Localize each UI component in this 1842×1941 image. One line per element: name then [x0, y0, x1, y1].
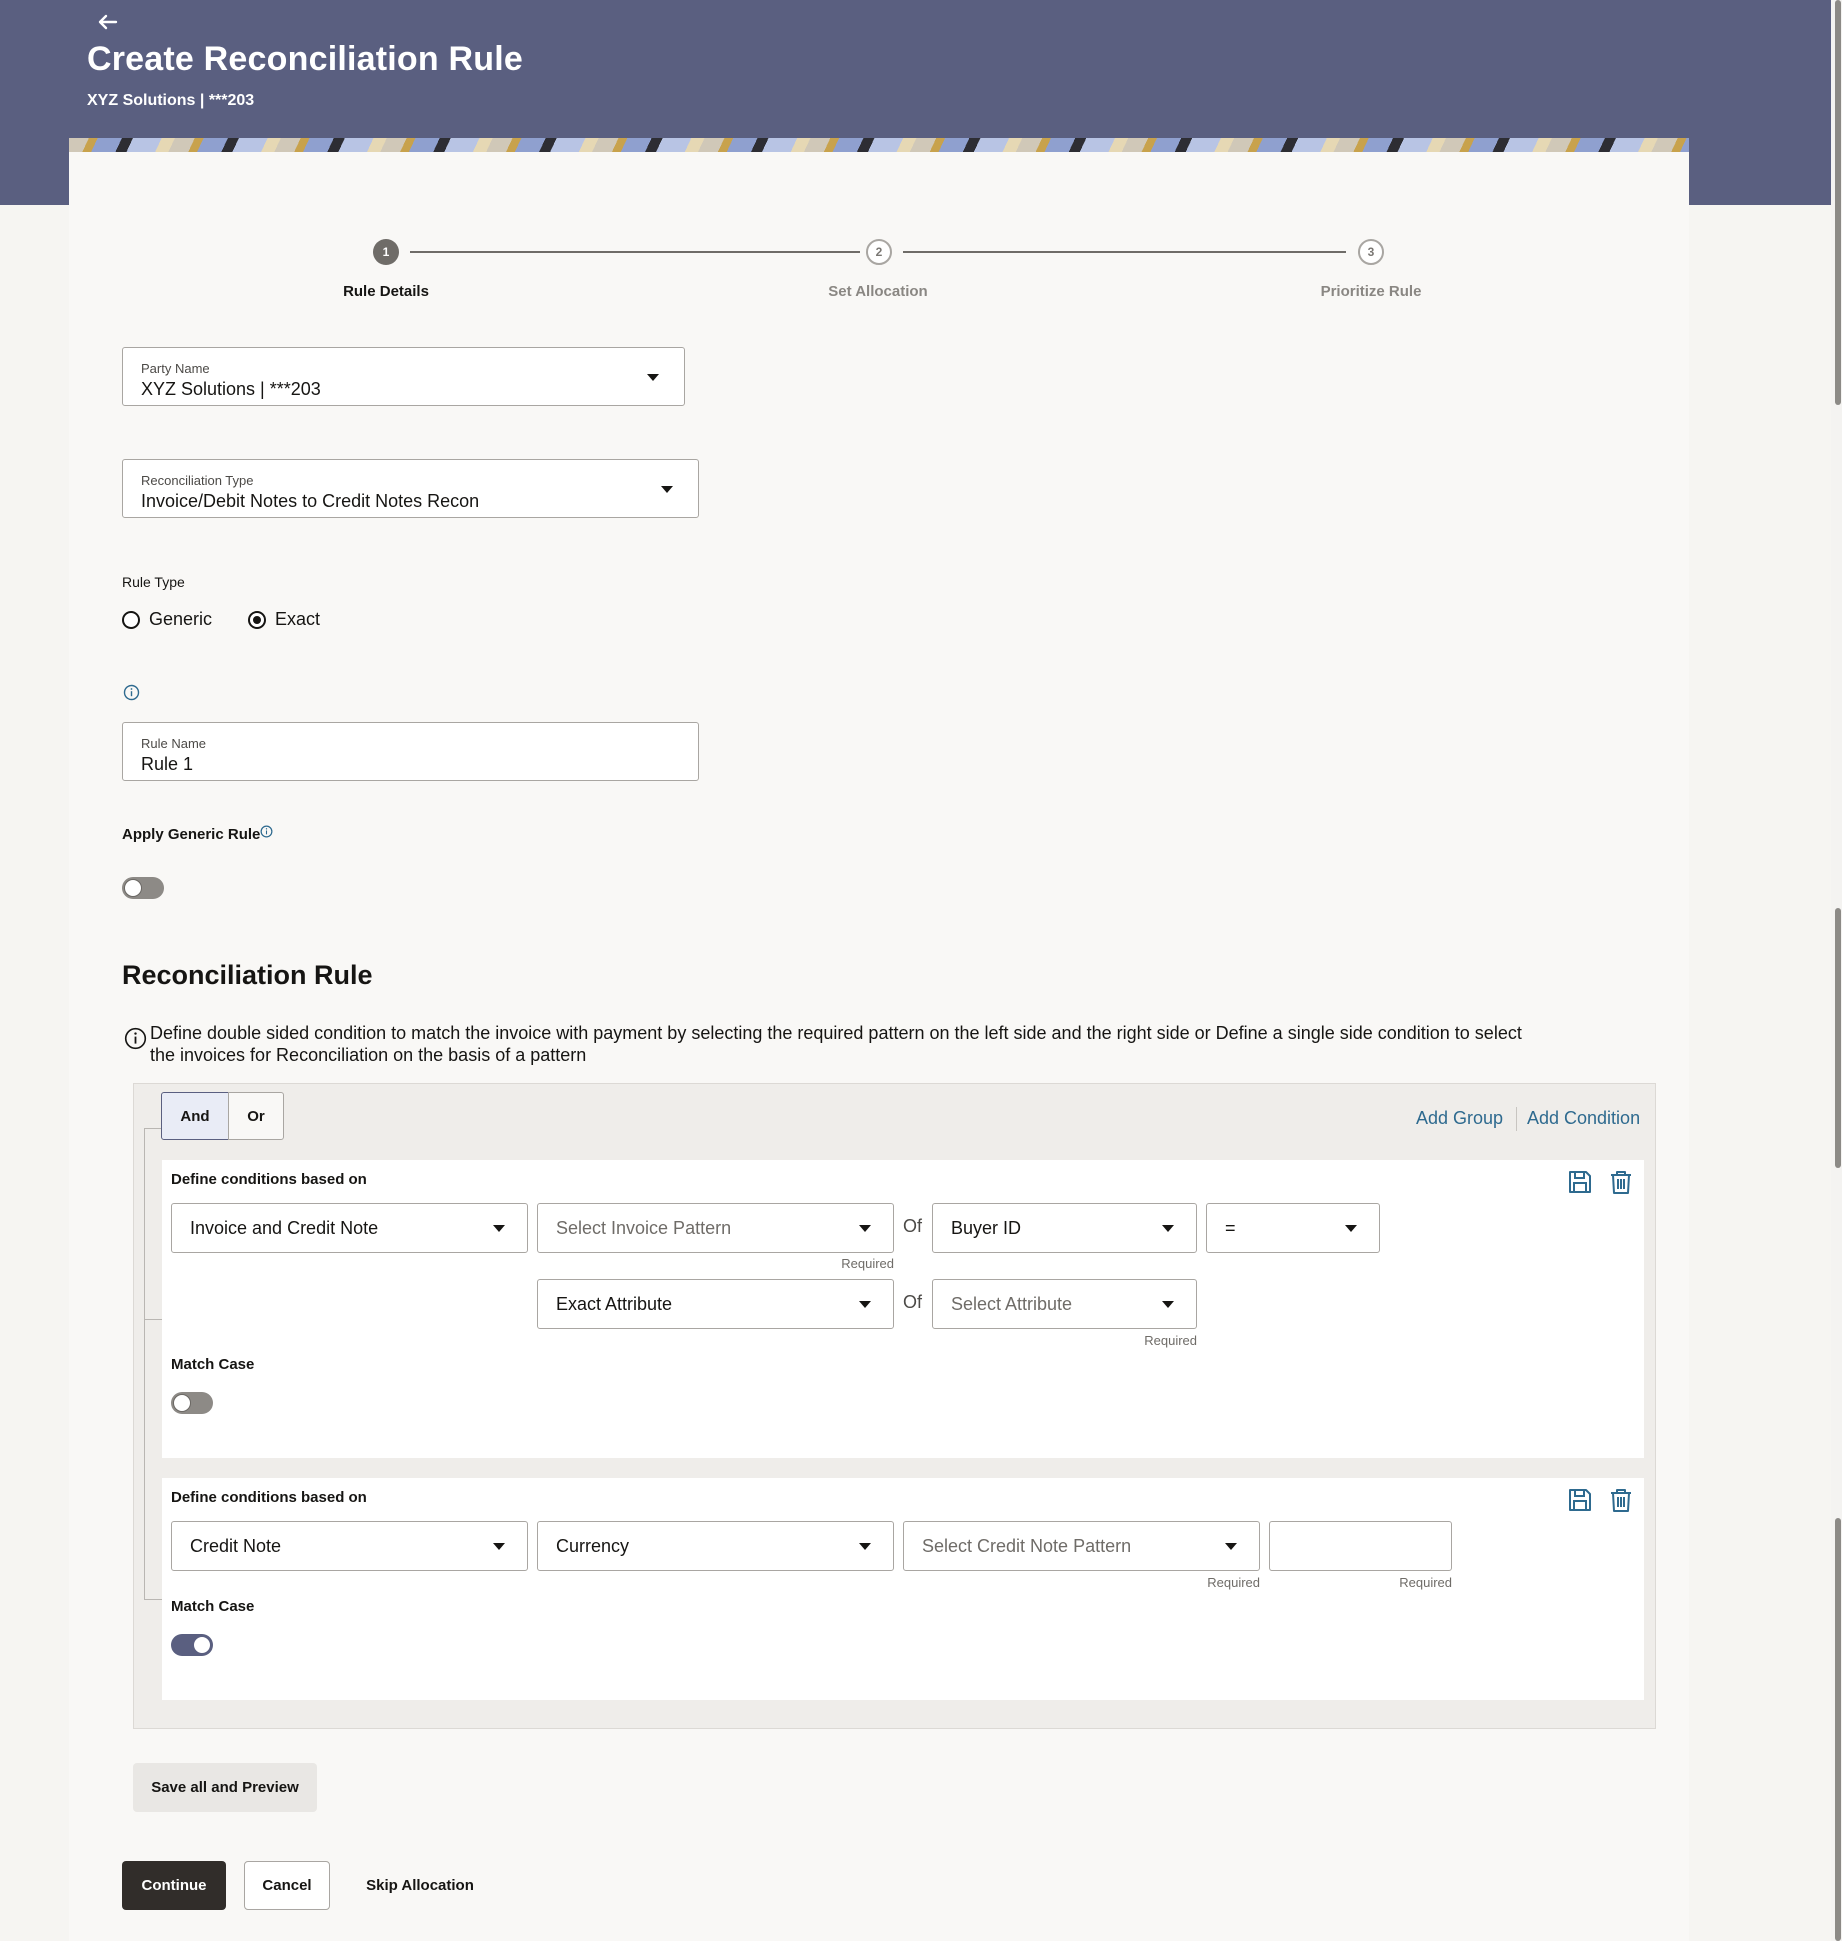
page-title: Create Reconciliation Rule: [87, 40, 523, 78]
step-1-label: Rule Details: [343, 283, 429, 300]
cancel-button[interactable]: Cancel: [244, 1861, 330, 1910]
condition-2-basis-value: Credit Note: [190, 1536, 282, 1556]
rule-name-value: Rule 1: [141, 754, 194, 774]
rule-type-exact-radio[interactable]: [248, 611, 266, 629]
currency-value: Currency: [556, 1536, 630, 1556]
back-arrow-icon[interactable]: [94, 8, 122, 36]
chevron-down-icon: [859, 1225, 871, 1232]
rule-type-generic-radio[interactable]: [122, 611, 140, 629]
chevron-down-icon: [493, 1225, 505, 1232]
required-hint: Required: [841, 1256, 894, 1271]
save-all-preview-button[interactable]: Save all and Preview: [133, 1763, 317, 1812]
apply-generic-rule-label: Apply Generic Rule: [122, 826, 261, 843]
logic-or-button[interactable]: Or: [228, 1092, 284, 1140]
tree-connector: [144, 1128, 161, 1129]
of-label: Of: [903, 1216, 923, 1236]
attribute-value: Buyer ID: [951, 1218, 1022, 1238]
exact-attribute-select[interactable]: Exact Attribute: [537, 1279, 894, 1329]
logic-and-button[interactable]: And: [161, 1092, 229, 1140]
match-case-label: Match Case: [171, 1356, 255, 1373]
step-2-label: Set Allocation: [828, 283, 928, 300]
info-icon[interactable]: [123, 684, 140, 701]
party-name-label: Party Name: [141, 361, 210, 376]
operator-select[interactable]: =: [1206, 1203, 1380, 1253]
rule-name-input[interactable]: Rule Name Rule 1: [122, 722, 699, 781]
reconciliation-type-value: Invoice/Debit Notes to Credit Notes Reco…: [141, 491, 480, 511]
chevron-down-icon: [1162, 1225, 1174, 1232]
party-name-value: XYZ Solutions | ***203: [141, 379, 321, 399]
match-case-toggle-2[interactable]: [171, 1634, 213, 1656]
currency-select[interactable]: Currency: [537, 1521, 894, 1571]
decorative-banner: [69, 138, 1689, 152]
invoice-pattern-placeholder: Select Invoice Pattern: [556, 1218, 732, 1238]
chevron-down-icon: [647, 374, 659, 381]
apply-generic-rule-toggle[interactable]: [122, 877, 164, 899]
required-hint: Required: [1399, 1575, 1452, 1590]
chevron-down-icon: [493, 1543, 505, 1550]
add-condition-link[interactable]: Add Condition: [1527, 1108, 1640, 1129]
page-subtitle: XYZ Solutions | ***203: [87, 92, 255, 109]
required-hint: Required: [1144, 1333, 1197, 1348]
operator-value: =: [1225, 1218, 1236, 1238]
condition-1-basis-select[interactable]: Invoice and Credit Note: [171, 1203, 528, 1253]
rule-type-label: Rule Type: [122, 574, 185, 590]
exact-attribute-value: Exact Attribute: [556, 1294, 673, 1314]
credit-note-pattern-placeholder: Select Credit Note Pattern: [922, 1536, 1132, 1556]
attribute-select[interactable]: Buyer ID: [932, 1203, 1197, 1253]
chevron-down-icon: [1345, 1225, 1357, 1232]
scrollbar-thumb-secondary[interactable]: [1835, 908, 1841, 1168]
reconciliation-rule-title: Reconciliation Rule: [122, 960, 373, 990]
step-connector: [903, 251, 1346, 253]
chevron-down-icon: [1225, 1543, 1237, 1550]
required-hint: Required: [1207, 1575, 1260, 1590]
chevron-down-icon: [661, 486, 673, 493]
rule-name-label: Rule Name: [141, 736, 207, 751]
condition-1-basis-value: Invoice and Credit Note: [190, 1218, 379, 1238]
invoice-pattern-select[interactable]: Select Invoice Pattern: [537, 1203, 894, 1253]
info-icon: [124, 1027, 147, 1050]
chevron-down-icon: [1162, 1301, 1174, 1308]
select-attribute-placeholder: Select Attribute: [951, 1294, 1073, 1314]
trash-icon[interactable]: [1607, 1486, 1635, 1514]
trash-icon[interactable]: [1607, 1168, 1635, 1196]
reconciliation-type-select[interactable]: Reconciliation Type Invoice/Debit Notes …: [122, 459, 699, 518]
step-3-label: Prioritize Rule: [1320, 283, 1422, 300]
tree-connector: [144, 1599, 162, 1600]
reconciliation-type-label: Reconciliation Type: [141, 473, 254, 488]
of-label: Of: [903, 1292, 923, 1312]
step-connector: [410, 251, 860, 253]
match-case-label: Match Case: [171, 1598, 255, 1615]
step-3-indicator[interactable]: 3: [1358, 239, 1384, 265]
save-icon[interactable]: [1566, 1486, 1594, 1514]
reconciliation-rule-description: Define double sided condition to match t…: [150, 1023, 1522, 1065]
tree-connector: [144, 1319, 162, 1320]
rule-type-exact-label[interactable]: Exact: [275, 609, 320, 630]
tree-connector: [144, 1128, 145, 1600]
match-case-toggle-1[interactable]: [171, 1392, 213, 1414]
chevron-down-icon: [859, 1301, 871, 1308]
condition-value-input[interactable]: [1269, 1521, 1452, 1571]
continue-button[interactable]: Continue: [122, 1861, 226, 1910]
save-icon[interactable]: [1566, 1168, 1594, 1196]
step-2-indicator[interactable]: 2: [866, 239, 892, 265]
step-1-indicator[interactable]: 1: [373, 239, 399, 265]
scrollbar-thumb-tertiary[interactable]: [1835, 1518, 1841, 1941]
rule-type-generic-label[interactable]: Generic: [149, 609, 212, 630]
info-icon[interactable]: [260, 825, 273, 838]
link-divider: [1516, 1107, 1517, 1131]
credit-note-pattern-select[interactable]: Select Credit Note Pattern: [903, 1521, 1260, 1571]
condition-1-title: Define conditions based on: [171, 1171, 367, 1188]
condition-2-title: Define conditions based on: [171, 1489, 367, 1506]
chevron-down-icon: [859, 1543, 871, 1550]
select-attribute-select[interactable]: Select Attribute: [932, 1279, 1197, 1329]
party-name-select[interactable]: Party Name XYZ Solutions | ***203: [122, 347, 685, 406]
scrollbar-thumb[interactable]: [1835, 0, 1841, 405]
condition-2-basis-select[interactable]: Credit Note: [171, 1521, 528, 1571]
skip-allocation-button[interactable]: Skip Allocation: [356, 1861, 484, 1910]
add-group-link[interactable]: Add Group: [1416, 1108, 1503, 1129]
